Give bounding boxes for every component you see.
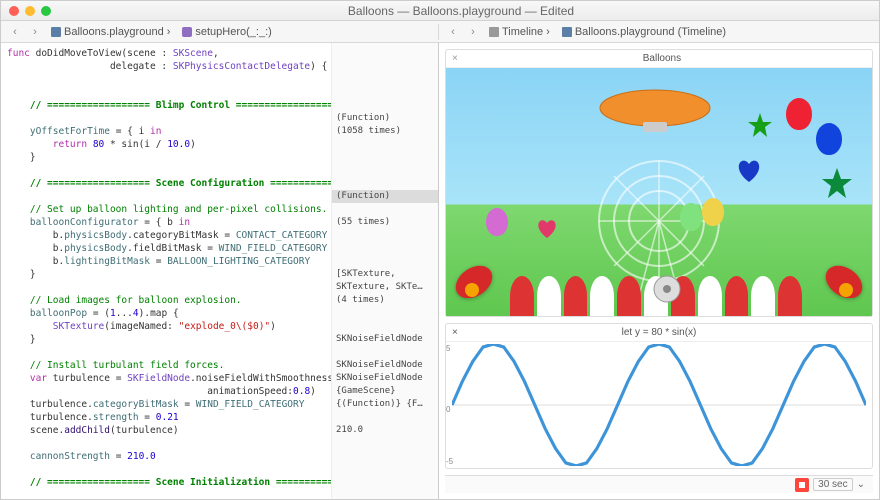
result-line[interactable]: (4 times): [336, 294, 434, 307]
star-balloon-icon: [748, 113, 772, 137]
timeline-icon: [489, 27, 499, 37]
timeline-bar: 30 sec ⌄: [445, 475, 873, 493]
breadcrumb-label: Timeline: [502, 26, 543, 38]
titlebar: Balloons — Balloons.playground — Edited: [1, 1, 879, 21]
result-line[interactable]: {GameScene} {(Function)} {F…: [336, 385, 434, 411]
result-line[interactable]: (55 times): [336, 216, 434, 229]
result-line[interactable]: SKNoiseFieldNode: [336, 333, 434, 346]
axis-tick: 5: [446, 344, 450, 353]
main-split: func doDidMoveToView(scene : SKScene, de…: [1, 43, 879, 499]
chart-title: let y = 80 * sin(x): [622, 327, 697, 338]
heart-balloon-icon: [736, 158, 762, 184]
assistant-editor: × Balloons: [439, 43, 879, 499]
result-line[interactable]: [SKTexture, SKTexture, SKTe…: [336, 268, 434, 294]
function-icon: [182, 27, 192, 37]
axis-tick: -5: [446, 457, 453, 466]
close-icon[interactable]: ×: [452, 327, 458, 338]
result-line[interactable]: (1058 times): [336, 125, 434, 138]
fan-icon: [650, 272, 684, 306]
chart-area[interactable]: 5 0 -5: [446, 342, 872, 468]
heart-balloon-icon: [536, 218, 558, 240]
axis-tick: 0: [446, 405, 450, 414]
live-scene[interactable]: [446, 68, 872, 316]
breadcrumb-label: Balloons.playground: [64, 26, 164, 38]
scene-panel: × Balloons: [445, 49, 873, 317]
nav-forward-button[interactable]: ›: [27, 24, 43, 40]
breadcrumb-timeline[interactable]: Timeline ›: [485, 26, 554, 38]
breadcrumb-label: Balloons.playground (Timeline): [575, 26, 726, 38]
results-gutter[interactable]: (Function) (1058 times) (Function) (55 t…: [331, 43, 439, 499]
close-icon[interactable]: [9, 6, 19, 16]
sine-plot: [452, 344, 866, 466]
blimp-icon: [595, 88, 715, 138]
cannon-icon: [814, 254, 864, 301]
code-editor[interactable]: func doDidMoveToView(scene : SKScene, de…: [1, 43, 331, 499]
result-line[interactable]: (Function): [336, 112, 434, 125]
playground-icon: [51, 27, 61, 37]
result-line[interactable]: (Function): [332, 190, 438, 203]
window-controls: [9, 6, 51, 16]
breadcrumb-file[interactable]: Balloons.playground ›: [47, 26, 174, 38]
result-line[interactable]: 210.0: [336, 424, 434, 437]
breadcrumb-symbol[interactable]: setupHero(_:_:): [178, 26, 275, 38]
playground-icon: [562, 27, 572, 37]
breadcrumb-label: setupHero(_:_:): [195, 26, 271, 38]
time-field[interactable]: 30 sec: [813, 478, 852, 491]
breadcrumb-timeline-file[interactable]: Balloons.playground (Timeline): [558, 26, 730, 38]
nav-back-button[interactable]: ‹: [445, 24, 461, 40]
minimize-icon[interactable]: [25, 6, 35, 16]
star-balloon-icon: [822, 168, 852, 198]
record-button[interactable]: [795, 478, 809, 492]
jumpbar: ‹ › Balloons.playground › setupHero(_:_:…: [1, 21, 879, 43]
panel-title: Balloons: [458, 53, 866, 64]
window: Balloons — Balloons.playground — Edited …: [0, 0, 880, 500]
result-line[interactable]: SKNoiseFieldNode: [336, 359, 434, 372]
nav-forward-button[interactable]: ›: [465, 24, 481, 40]
chevron-down-icon[interactable]: ⌄: [857, 479, 865, 490]
chart-panel: × let y = 80 * sin(x) 5 0 -5: [445, 323, 873, 469]
cannon-icon: [454, 254, 504, 301]
zoom-icon[interactable]: [41, 6, 51, 16]
result-line[interactable]: SKNoiseFieldNode: [336, 372, 434, 385]
window-title: Balloons — Balloons.playground — Edited: [51, 4, 871, 18]
nav-back-button[interactable]: ‹: [7, 24, 23, 40]
